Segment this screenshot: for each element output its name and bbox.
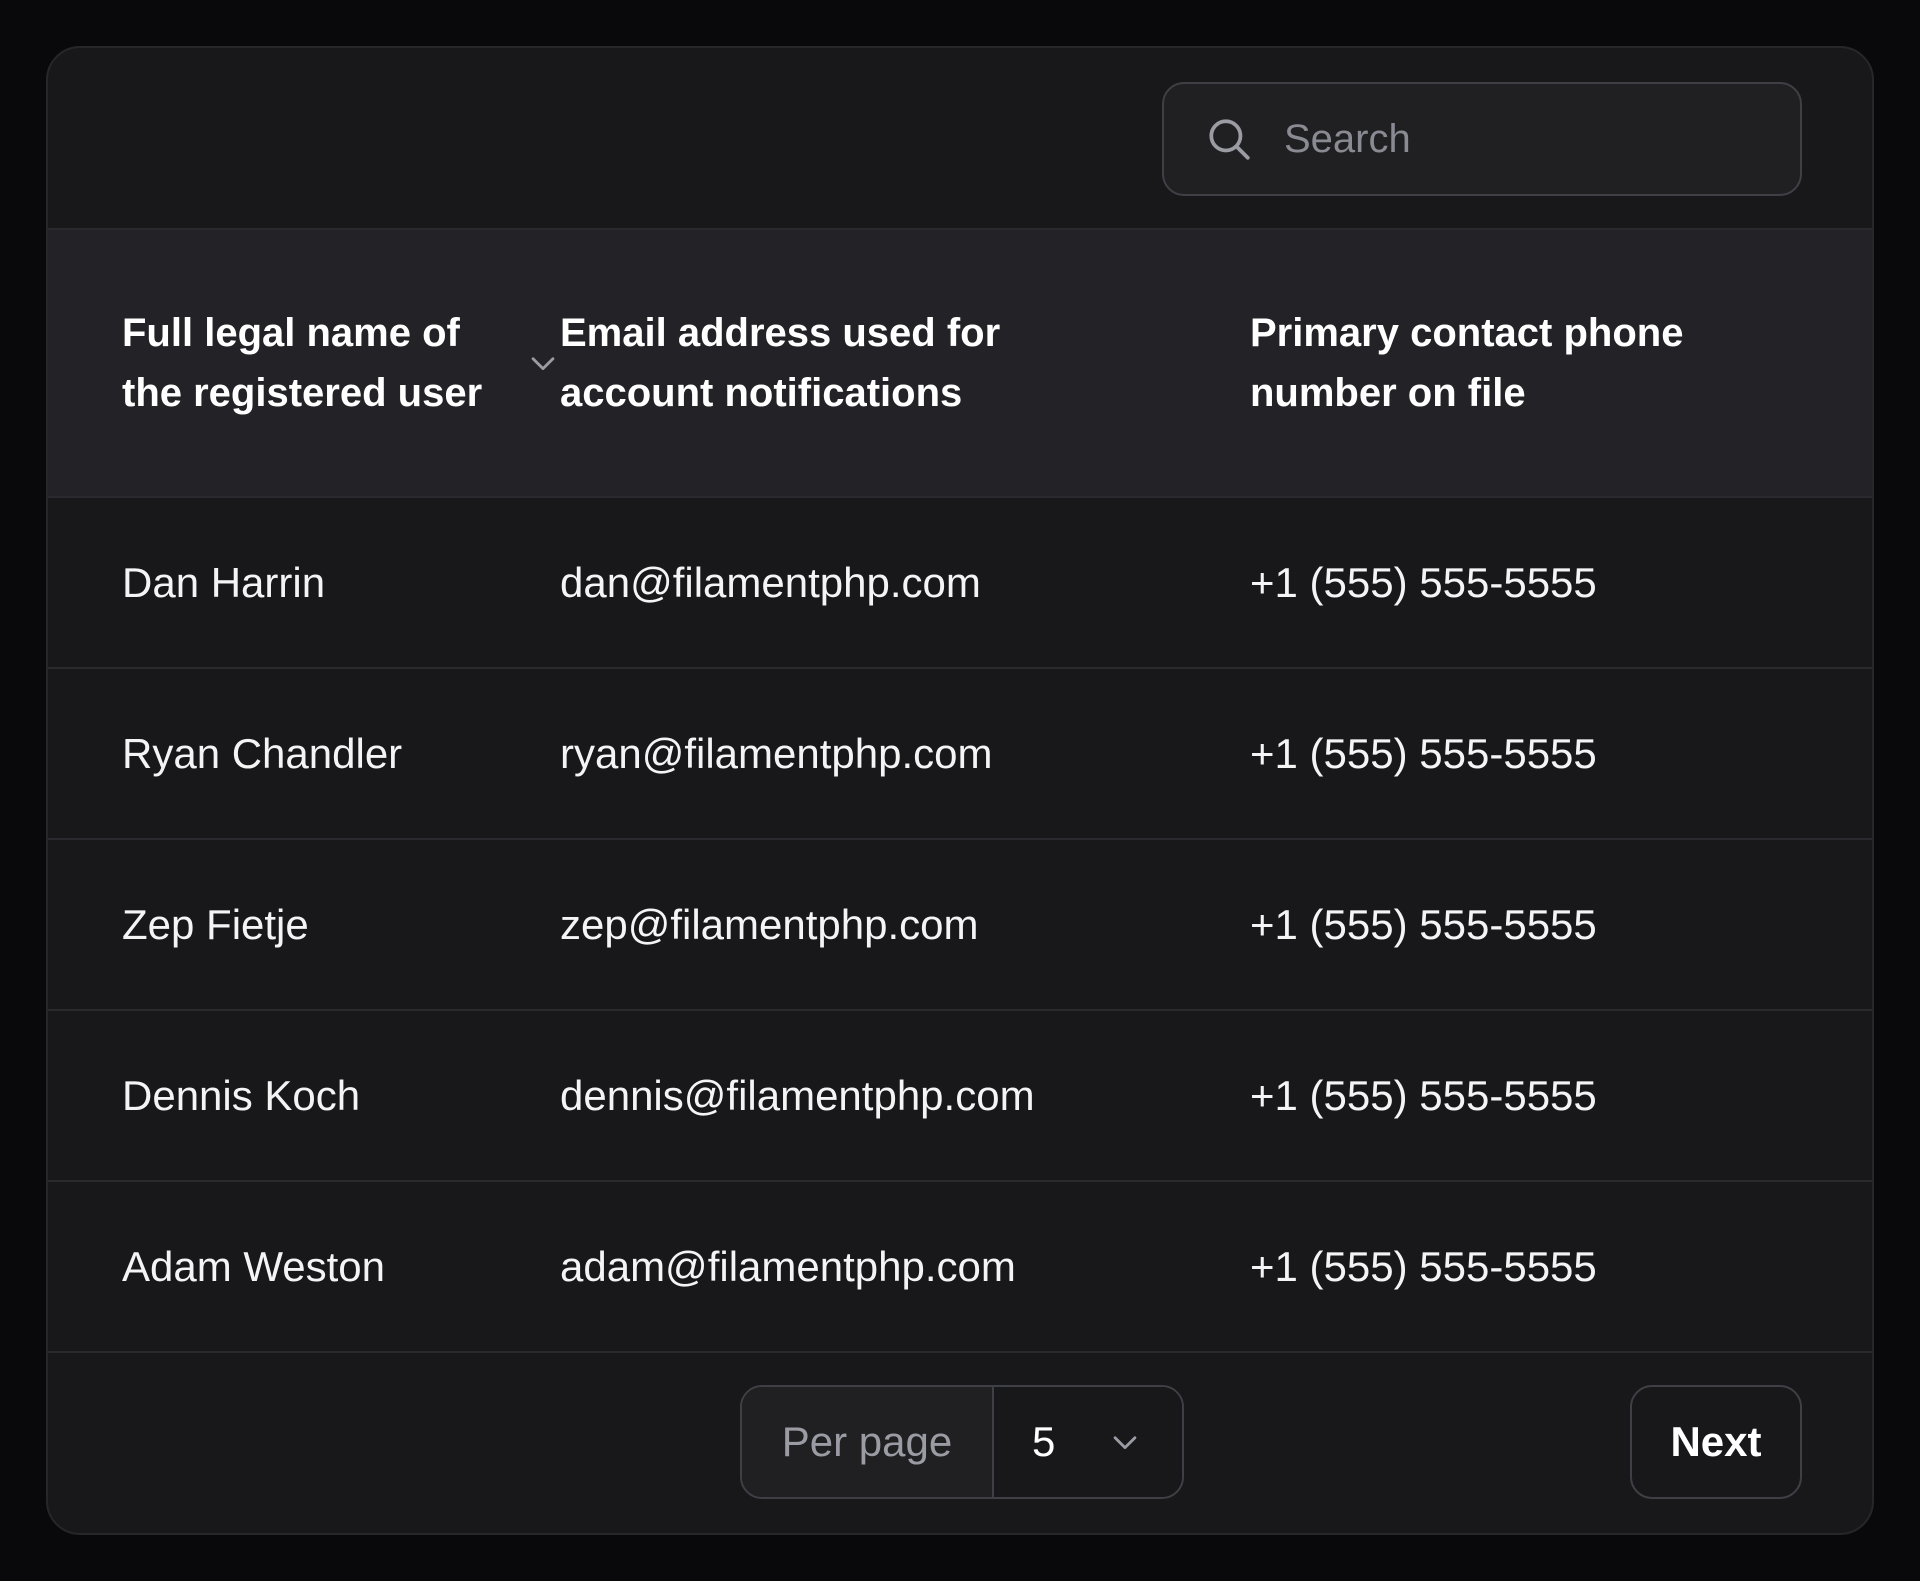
- cell-name: Dan Harrin: [122, 558, 326, 606]
- cell-name: Adam Weston: [122, 1242, 386, 1290]
- table-row[interactable]: Ryan Chandler ryan@filamentphp.com +1 (5…: [48, 669, 1872, 840]
- cell-phone: +1 (555) 555-5555: [1250, 1242, 1597, 1290]
- search-box[interactable]: [1162, 82, 1802, 196]
- cell-email: zep@filamentphp.com: [560, 900, 979, 948]
- per-page-label: Per page: [742, 1387, 994, 1497]
- per-page-select[interactable]: 5: [994, 1387, 1182, 1497]
- cell-email: dennis@filamentphp.com: [560, 1071, 1035, 1119]
- column-header-name[interactable]: Full legal name of the registered user: [48, 303, 560, 423]
- table-footer: Per page 5 Next: [48, 1353, 1872, 1533]
- cell-email: dan@filamentphp.com: [560, 558, 981, 606]
- cell-phone: +1 (555) 555-5555: [1250, 1071, 1597, 1119]
- cell-name: Zep Fietje: [122, 900, 309, 948]
- column-header-label: Full legal name of the registered user: [122, 311, 483, 415]
- column-header-label: Email address used for account notificat…: [560, 311, 1001, 415]
- column-header-email: Email address used for account notificat…: [560, 303, 1250, 423]
- table-row[interactable]: Adam Weston adam@filamentphp.com +1 (555…: [48, 1182, 1872, 1353]
- table-row[interactable]: Dennis Koch dennis@filamentphp.com +1 (5…: [48, 1011, 1872, 1182]
- per-page-value: 5: [1032, 1418, 1056, 1465]
- column-header-phone: Primary contact phone number on file: [1250, 303, 1872, 423]
- cell-name: Dennis Koch: [122, 1071, 361, 1119]
- search-input[interactable]: [1284, 116, 1764, 162]
- cell-email: ryan@filamentphp.com: [560, 729, 993, 777]
- per-page-control: Per page 5: [740, 1385, 1184, 1499]
- search-icon: [1209, 119, 1250, 160]
- table-toolbar: [48, 48, 1872, 230]
- table-header: Full legal name of the registered user E…: [48, 230, 1872, 498]
- cell-phone: +1 (555) 555-5555: [1250, 900, 1597, 948]
- table-row[interactable]: Dan Harrin dan@filamentphp.com +1 (555) …: [48, 498, 1872, 669]
- next-page-button[interactable]: Next: [1630, 1385, 1802, 1499]
- cell-phone: +1 (555) 555-5555: [1250, 558, 1597, 606]
- users-table-card: Full legal name of the registered user E…: [46, 46, 1874, 1535]
- cell-phone: +1 (555) 555-5555: [1250, 729, 1597, 777]
- cell-email: adam@filamentphp.com: [560, 1242, 1016, 1290]
- chevron-down-icon: [1113, 1436, 1137, 1450]
- chevron-down-icon[interactable]: [526, 346, 560, 380]
- table-row[interactable]: Zep Fietje zep@filamentphp.com +1 (555) …: [48, 840, 1872, 1011]
- column-header-label: Primary contact phone number on file: [1250, 311, 1684, 415]
- cell-name: Ryan Chandler: [122, 729, 403, 777]
